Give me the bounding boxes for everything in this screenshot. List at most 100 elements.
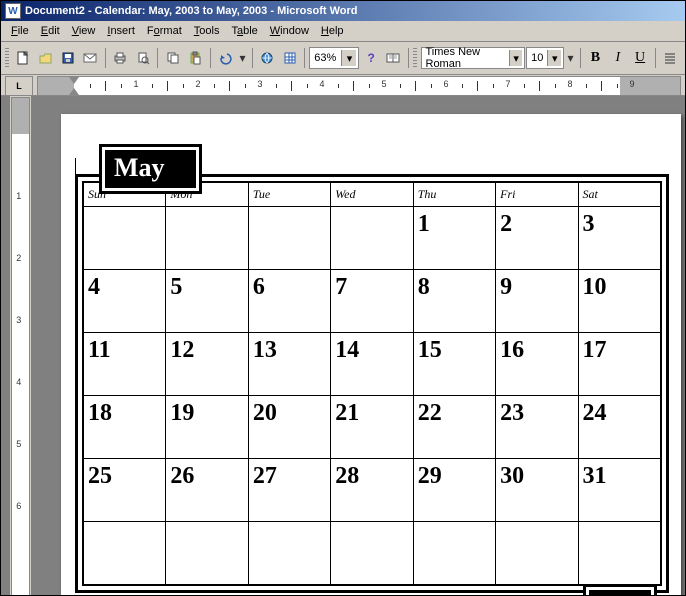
calendar-cell[interactable] — [84, 207, 166, 270]
calendar-cell[interactable]: 5 — [166, 270, 248, 333]
calendar-cell[interactable] — [496, 522, 578, 585]
title-bar[interactable]: W Document2 - Calendar: May, 2003 to May… — [1, 1, 685, 21]
separator — [210, 48, 211, 68]
calendar-cell[interactable] — [166, 522, 248, 585]
menu-help[interactable]: Help — [315, 23, 350, 39]
calendar-cell[interactable] — [413, 522, 495, 585]
read-icon[interactable] — [383, 46, 404, 70]
calendar-table: SunMonTueWedThuFriSat 123456789101112131… — [83, 182, 661, 585]
align-justify-icon[interactable] — [660, 46, 681, 70]
paste-icon[interactable] — [185, 46, 206, 70]
calendar-cell[interactable]: 26 — [166, 459, 248, 522]
hanging-indent-icon[interactable] — [69, 88, 79, 95]
zoom-combo[interactable]: 63%▾ — [309, 47, 359, 69]
hyperlink-icon[interactable] — [257, 46, 278, 70]
page: May SunMonTueWedThuFriSat 12345678910111… — [61, 114, 681, 596]
work-area: 123456 May SunMonTueWedThuFriSat 1234567… — [1, 96, 685, 596]
text-cursor — [75, 158, 76, 174]
mail-icon[interactable] — [80, 46, 101, 70]
document-area[interactable]: May SunMonTueWedThuFriSat 12345678910111… — [31, 96, 685, 596]
ruler-number: 3 — [16, 315, 21, 325]
save-icon[interactable] — [57, 46, 78, 70]
menu-view[interactable]: View — [66, 23, 102, 39]
selection-bar[interactable] — [1, 96, 10, 596]
calendar-cell[interactable]: 3 — [578, 207, 660, 270]
underline-button[interactable]: U — [629, 46, 650, 70]
open-icon[interactable] — [35, 46, 56, 70]
help-icon[interactable]: ? — [360, 46, 381, 70]
bold-button[interactable]: B — [585, 46, 606, 70]
calendar-cell[interactable]: 6 — [248, 270, 330, 333]
calendar-cell[interactable]: 1 — [413, 207, 495, 270]
font-size-combo[interactable]: 10▾ — [526, 47, 564, 69]
calendar-cell[interactable] — [248, 522, 330, 585]
calendar-cell[interactable]: 13 — [248, 333, 330, 396]
calendar-cell[interactable]: 16 — [496, 333, 578, 396]
calendar-cell[interactable] — [166, 207, 248, 270]
calendar-cell[interactable] — [578, 522, 660, 585]
vertical-ruler[interactable]: 123456 — [11, 97, 30, 596]
calendar-cell[interactable]: 24 — [578, 396, 660, 459]
ruler-number: 1 — [133, 79, 138, 89]
calendar-cell[interactable]: 30 — [496, 459, 578, 522]
first-line-indent-icon[interactable] — [69, 77, 79, 84]
italic-button[interactable]: I — [607, 46, 628, 70]
calendar-cell[interactable]: 18 — [84, 396, 166, 459]
undo-dropdown-icon[interactable]: ▾ — [237, 46, 248, 70]
calendar-cell[interactable]: 15 — [413, 333, 495, 396]
table-icon[interactable] — [279, 46, 300, 70]
calendar-cell[interactable]: 25 — [84, 459, 166, 522]
toolbar-options-icon[interactable]: ▾ — [565, 46, 576, 70]
calendar-cell[interactable]: 22 — [413, 396, 495, 459]
chevron-down-icon[interactable]: ▾ — [341, 50, 356, 66]
calendar-cell[interactable]: 11 — [84, 333, 166, 396]
menu-window[interactable]: Window — [264, 23, 315, 39]
toolbar-grip[interactable] — [413, 48, 417, 68]
calendar-cell[interactable]: 28 — [331, 459, 413, 522]
calendar-row: 11121314151617 — [84, 333, 661, 396]
calendar-cell[interactable]: 27 — [248, 459, 330, 522]
toolbar-grip[interactable] — [5, 48, 9, 68]
calendar-cell[interactable] — [331, 522, 413, 585]
calendar-cell[interactable]: 20 — [248, 396, 330, 459]
menu-edit[interactable]: Edit — [35, 23, 66, 39]
menu-format[interactable]: Format — [141, 23, 188, 39]
ruler-number: 5 — [16, 439, 21, 449]
chevron-down-icon[interactable]: ▾ — [547, 50, 561, 66]
calendar-cell[interactable] — [331, 207, 413, 270]
tab-selector[interactable]: L — [5, 76, 33, 96]
preview-icon[interactable] — [132, 46, 153, 70]
calendar-cell[interactable]: 14 — [331, 333, 413, 396]
calendar-cell[interactable]: 31 — [578, 459, 660, 522]
ruler-number: 8 — [567, 79, 572, 89]
ruler-margin-top — [12, 98, 29, 134]
menu-insert[interactable]: Insert — [101, 23, 141, 39]
calendar-cell[interactable]: 9 — [496, 270, 578, 333]
copy-icon[interactable] — [162, 46, 183, 70]
calendar-cell[interactable]: 10 — [578, 270, 660, 333]
calendar-cell[interactable] — [84, 522, 166, 585]
font-combo[interactable]: Times New Roman▾ — [421, 47, 526, 69]
calendar-cell[interactable]: 7 — [331, 270, 413, 333]
calendar-cell[interactable] — [248, 207, 330, 270]
calendar-cell[interactable]: 2 — [496, 207, 578, 270]
calendar-cell[interactable]: 19 — [166, 396, 248, 459]
print-icon[interactable] — [110, 46, 131, 70]
calendar-cell[interactable]: 21 — [331, 396, 413, 459]
undo-icon[interactable] — [215, 46, 236, 70]
calendar-cell[interactable]: 12 — [166, 333, 248, 396]
calendar-outer-frame: SunMonTueWedThuFriSat 123456789101112131… — [75, 174, 669, 593]
new-doc-icon[interactable] — [13, 46, 34, 70]
ruler-number: 5 — [381, 79, 386, 89]
calendar-cell[interactable]: 23 — [496, 396, 578, 459]
menu-table[interactable]: Table — [225, 23, 263, 39]
calendar-cell[interactable]: 4 — [84, 270, 166, 333]
calendar-cell[interactable]: 17 — [578, 333, 660, 396]
calendar-inner-frame: SunMonTueWedThuFriSat 123456789101112131… — [82, 181, 662, 586]
calendar-cell[interactable]: 29 — [413, 459, 495, 522]
chevron-down-icon[interactable]: ▾ — [509, 50, 522, 66]
menu-tools[interactable]: Tools — [188, 23, 226, 39]
menu-file[interactable]: File — [5, 23, 35, 39]
calendar-cell[interactable]: 8 — [413, 270, 495, 333]
horizontal-ruler[interactable]: 123456789 — [37, 76, 681, 96]
